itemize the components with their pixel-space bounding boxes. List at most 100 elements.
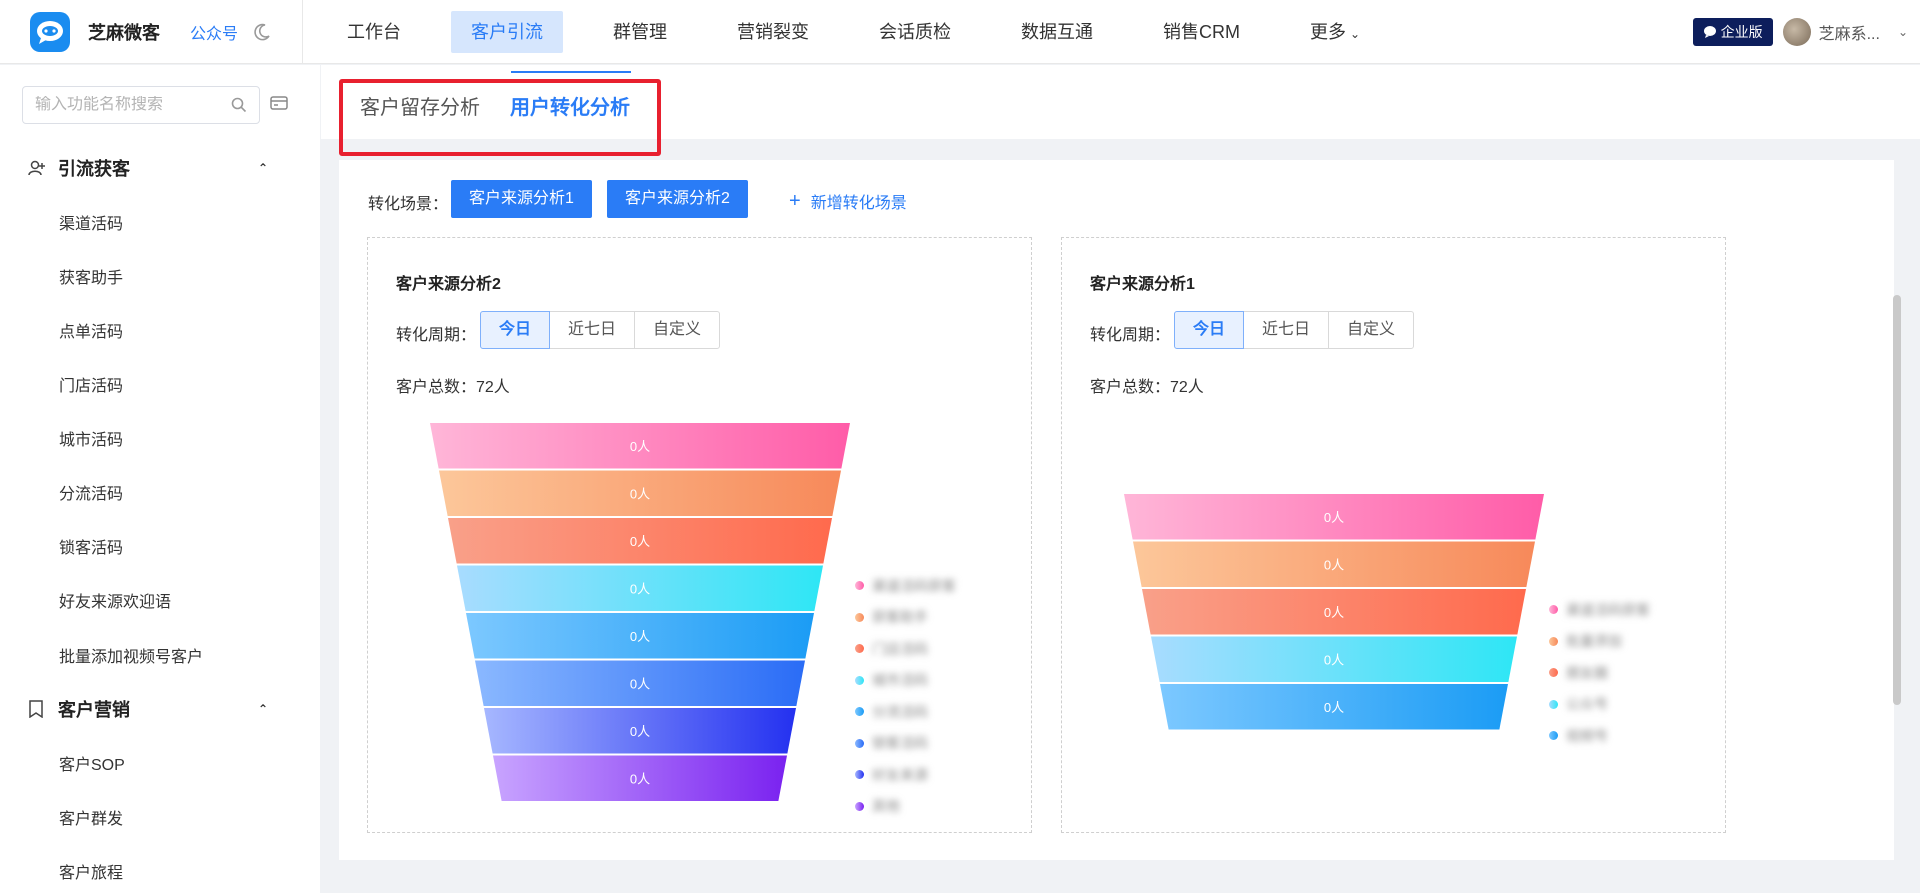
collapse-sidebar-icon[interactable] [270,95,288,116]
funnel-panel: 客户来源分析2 转化周期： 今日 近七日 自定义 客户总数：72人 0人 0人 0人… [367,237,1032,833]
scene-button-2[interactable]: 客户来源分析2 [607,180,748,218]
gzh-link[interactable]: 公众号 [190,20,238,44]
legend-label: 获客助手 [872,609,928,626]
legend-label: 批量添加 [1566,633,1622,650]
legend-dot [1549,699,1558,709]
legend-dot [855,675,864,685]
legend-item[interactable]: 渠道活码获客 [1549,594,1650,626]
nav-more[interactable]: 更多 ⌄ [1290,11,1380,53]
sidebar-item-customer-journey[interactable]: 客户旅程 [59,859,123,883]
funnel-stage-label: 0人 [630,486,650,501]
legend-label: 城市活码 [872,672,928,689]
chat-bubble-icon [1703,26,1716,38]
sidebar-item-customer-sop[interactable]: 客户SOP [59,751,125,775]
legend-item[interactable]: 分流活码 [855,696,956,728]
sidebar-item-batch-add-video[interactable]: 批量添加视频号客户 [59,643,203,667]
chevron-down-icon: ⌄ [1350,26,1361,41]
sidebar-item-welcome-message[interactable]: 好友来源欢迎语 [59,588,171,612]
legend-label: 朋友圈 [1566,664,1608,681]
funnel-legend: 渠道活码获客 批量添加朋友圈公众号视频号 [1549,594,1650,752]
legend-dot [1549,668,1558,678]
logo-icon [30,11,70,52]
main-nav: 工作台 客户引流 群管理 营销裂变 会话质检 数据互通 销售CRM 更多 ⌄ [303,0,1410,64]
brand-name: 芝麻微客 [88,22,160,43]
add-scene-label: 新增转化场景 [810,195,907,212]
funnel-stage-label: 0人 [630,724,650,739]
sidebar: 引流获客 ⌃ 渠道活码 获客助手 点单活码 门店活码 城市活码 分流活码 锁客活… [0,65,320,893]
scrollbar[interactable] [1893,295,1901,705]
chevron-up-icon: ⌃ [257,702,268,716]
sidebar-item-order-code[interactable]: 点单活码 [59,318,123,342]
active-tab-indicator [511,71,631,73]
legend-item[interactable]: 公众号 [1549,689,1650,721]
legend-item[interactable]: 渠道活码获客 [855,570,956,602]
legend-item[interactable]: 门店活码 [855,633,956,665]
username[interactable]: 芝麻系... [1819,20,1880,44]
legend-item[interactable]: 城市活码 [855,665,956,697]
scene-label: 转化场景： [368,196,449,213]
legend-item[interactable]: 批量添加 [1549,626,1650,658]
legend-dot [855,612,864,622]
sidebar-item-city-code[interactable]: 城市活码 [59,426,123,450]
nav-session-qc[interactable]: 会话质检 [859,11,971,53]
nav-workbench[interactable]: 工作台 [327,11,421,53]
edition-label: 企业版 [1720,24,1763,40]
sidebar-item-split-code[interactable]: 分流活码 [59,480,123,504]
dark-mode-icon[interactable] [252,22,272,42]
period-today[interactable]: 今日 [1174,311,1245,349]
legend-dot [855,707,864,717]
nav-data-sync[interactable]: 数据互通 [1001,11,1113,53]
highlight-annotation [339,79,661,156]
avatar[interactable] [1782,18,1811,46]
legend-label: 其他 [872,798,900,815]
sidebar-item-customer-broadcast[interactable]: 客户群发 [59,805,123,829]
legend-dot [1549,605,1558,615]
legend-label: 锁客活码 [872,735,928,752]
legend-item[interactable]: 获客助手 [855,602,956,634]
edition-badge[interactable]: 企业版 [1692,18,1773,46]
funnel-stage-label: 0人 [630,771,650,786]
funnel-panel: 客户来源分析1 转化周期： 今日 近七日 自定义 客户总数：72人 0人 0人 0人… [1061,237,1726,833]
legend-label: 视频号 [1566,727,1608,744]
nav-group-management[interactable]: 群管理 [593,11,687,53]
chevron-up-icon: ⌃ [257,161,268,175]
nav-customer-acquisition[interactable]: 客户引流 [451,10,563,53]
sidebar-item-lock-code[interactable]: 锁客活码 [59,534,123,558]
menu-group-marketing[interactable]: 客户营销 ⌃ [28,696,268,722]
legend-label: 渠道活码获客 [1566,601,1650,618]
sidebar-item-acquisition-assistant[interactable]: 获客助手 [59,264,123,288]
legend-label: 门店活码 [872,640,928,657]
legend-item[interactable]: 锁客活码 [855,728,956,760]
funnel-stage-label: 0人 [1324,700,1344,715]
plus-icon: + [789,190,801,212]
nav-marketing-fission[interactable]: 营销裂变 [717,11,829,53]
legend-dot [855,581,864,591]
nav-sales-crm[interactable]: 销售CRM [1143,11,1260,53]
search-input[interactable] [35,96,225,114]
scene-button-1[interactable]: 客户来源分析1 [451,180,592,218]
add-scene-button[interactable]: + 新增转化场景 [789,189,907,213]
funnel-stage-label: 0人 [1324,652,1344,667]
bookmark-icon [28,700,48,718]
period-today[interactable]: 今日 [480,311,551,349]
funnel-stage-label: 0人 [630,676,650,691]
menu-group-label: 客户营销 [58,700,130,720]
legend-item[interactable]: 朋友圈 [1549,657,1650,689]
funnel-stage-label: 0人 [630,581,650,596]
top-right: 企业版 芝麻系... ⌄ [1692,0,1908,64]
legend-item[interactable]: 好友来源 [855,759,956,791]
search-icon[interactable] [231,97,247,118]
sidebar-search [22,86,260,124]
sidebar-item-store-code[interactable]: 门店活码 [59,372,123,396]
legend-item[interactable]: 其他 [855,791,956,823]
chevron-down-icon[interactable]: ⌄ [1898,25,1908,39]
legend-dot [855,770,864,780]
legend-item[interactable]: 视频号 [1549,720,1650,752]
sidebar-item-channel-code[interactable]: 渠道活码 [59,210,123,234]
funnel-stage-label: 0人 [630,629,650,644]
menu-group-label: 引流获客 [58,159,130,179]
legend-dot [1549,636,1558,646]
funnel-stage-label: 0人 [630,534,650,549]
menu-group-acquisition[interactable]: 引流获客 ⌃ [28,155,268,181]
user-add-icon [28,159,48,177]
